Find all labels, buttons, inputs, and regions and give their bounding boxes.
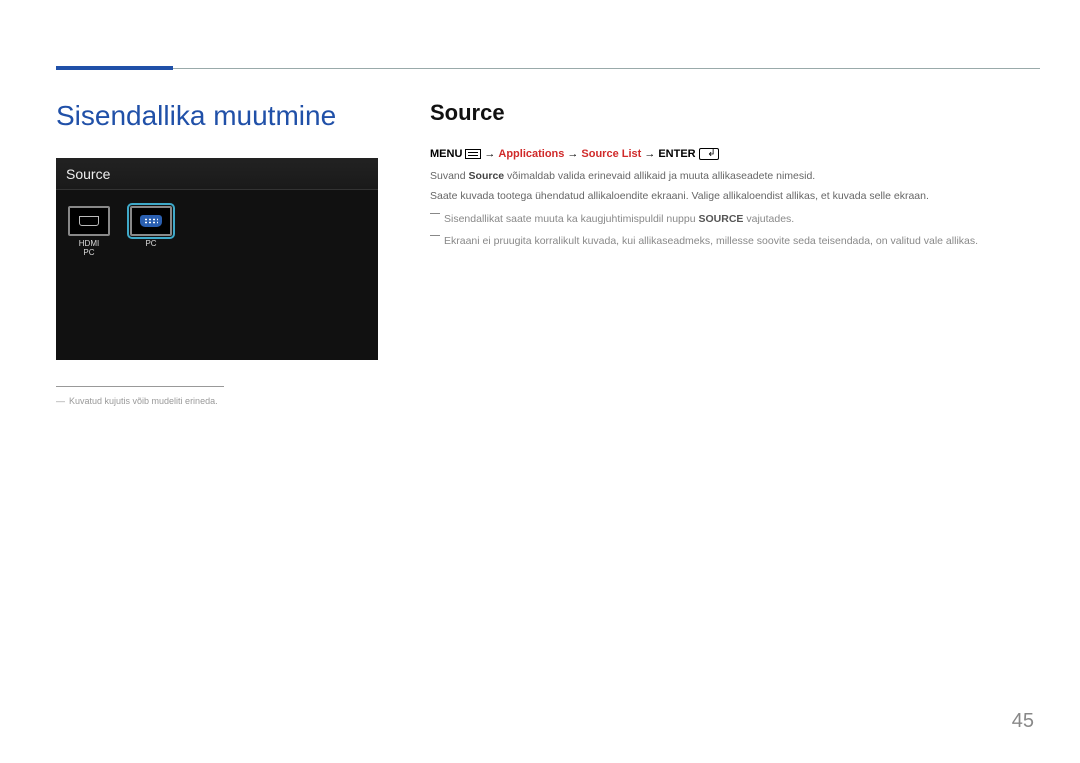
note1-strong: SOURCE [699,213,744,225]
paragraph-2: Saate kuvada tootega ühendatud allikaloe… [430,188,1030,204]
note-dash-icon [430,235,440,236]
para1-pre: Suvand [430,170,469,182]
pc-icon [130,206,172,236]
para1-post: võimaldab valida erinevaid allikaid ja m… [504,170,815,182]
arrow-icon: → [567,148,578,160]
nav-enter: ENTER [658,148,695,160]
chapter-title: Sisendallika muutmine [56,100,336,132]
paragraph-1: Suvand Source võimaldab valida erinevaid… [430,168,1030,184]
note2-text: Ekraani ei pruugita korralikult kuvada, … [444,235,978,247]
nav-applications: Applications [498,148,564,160]
note-1: Sisendallikat saate muuta ka kaugjuhtimi… [430,211,1030,227]
screenshot-title: Source [66,166,110,182]
menu-icon [465,149,481,159]
screenshot-header: Source [56,158,378,190]
source-item-hdmi: HDMI PC [68,206,110,258]
page-number: 45 [1012,710,1034,733]
source-item-pc: PC [130,206,172,258]
enter-icon [699,148,719,160]
arrow-icon: → [484,148,495,160]
content-column: Source MENU → Applications → Source List… [430,100,1030,249]
header-accent [56,66,173,70]
pc-label: PC [145,240,156,249]
note-dash-icon [430,213,440,214]
header-rule [56,68,1040,69]
footnote-dash: ― [56,396,65,406]
footnote: ― Kuvatud kujutis võib mudeliti erineda. [56,396,218,406]
screenshot-body: HDMI PC PC [56,190,378,274]
note1-post: vajutades. [743,213,794,225]
para1-strong: Source [469,170,505,182]
hdmi-label-line2: PC [83,248,94,257]
footnote-text: Kuvatud kujutis võib mudeliti erineda. [69,396,218,406]
arrow-icon: → [644,148,655,160]
hdmi-glyph [79,216,99,226]
nav-source-list: Source List [581,148,641,160]
section-title: Source [430,100,1030,126]
nav-menu: MENU [430,148,462,160]
vga-glyph [140,215,162,227]
hdmi-label: HDMI PC [79,240,99,258]
note1-pre: Sisendallikat saate muuta ka kaugjuhtimi… [444,213,699,225]
source-screenshot: Source HDMI PC PC [56,158,378,360]
hdmi-label-line1: HDMI [79,239,99,248]
nav-path: MENU → Applications → Source List → ENTE… [430,148,1030,160]
footnote-rule [56,386,224,387]
hdmi-icon [68,206,110,236]
note-2: Ekraani ei pruugita korralikult kuvada, … [430,233,1030,249]
